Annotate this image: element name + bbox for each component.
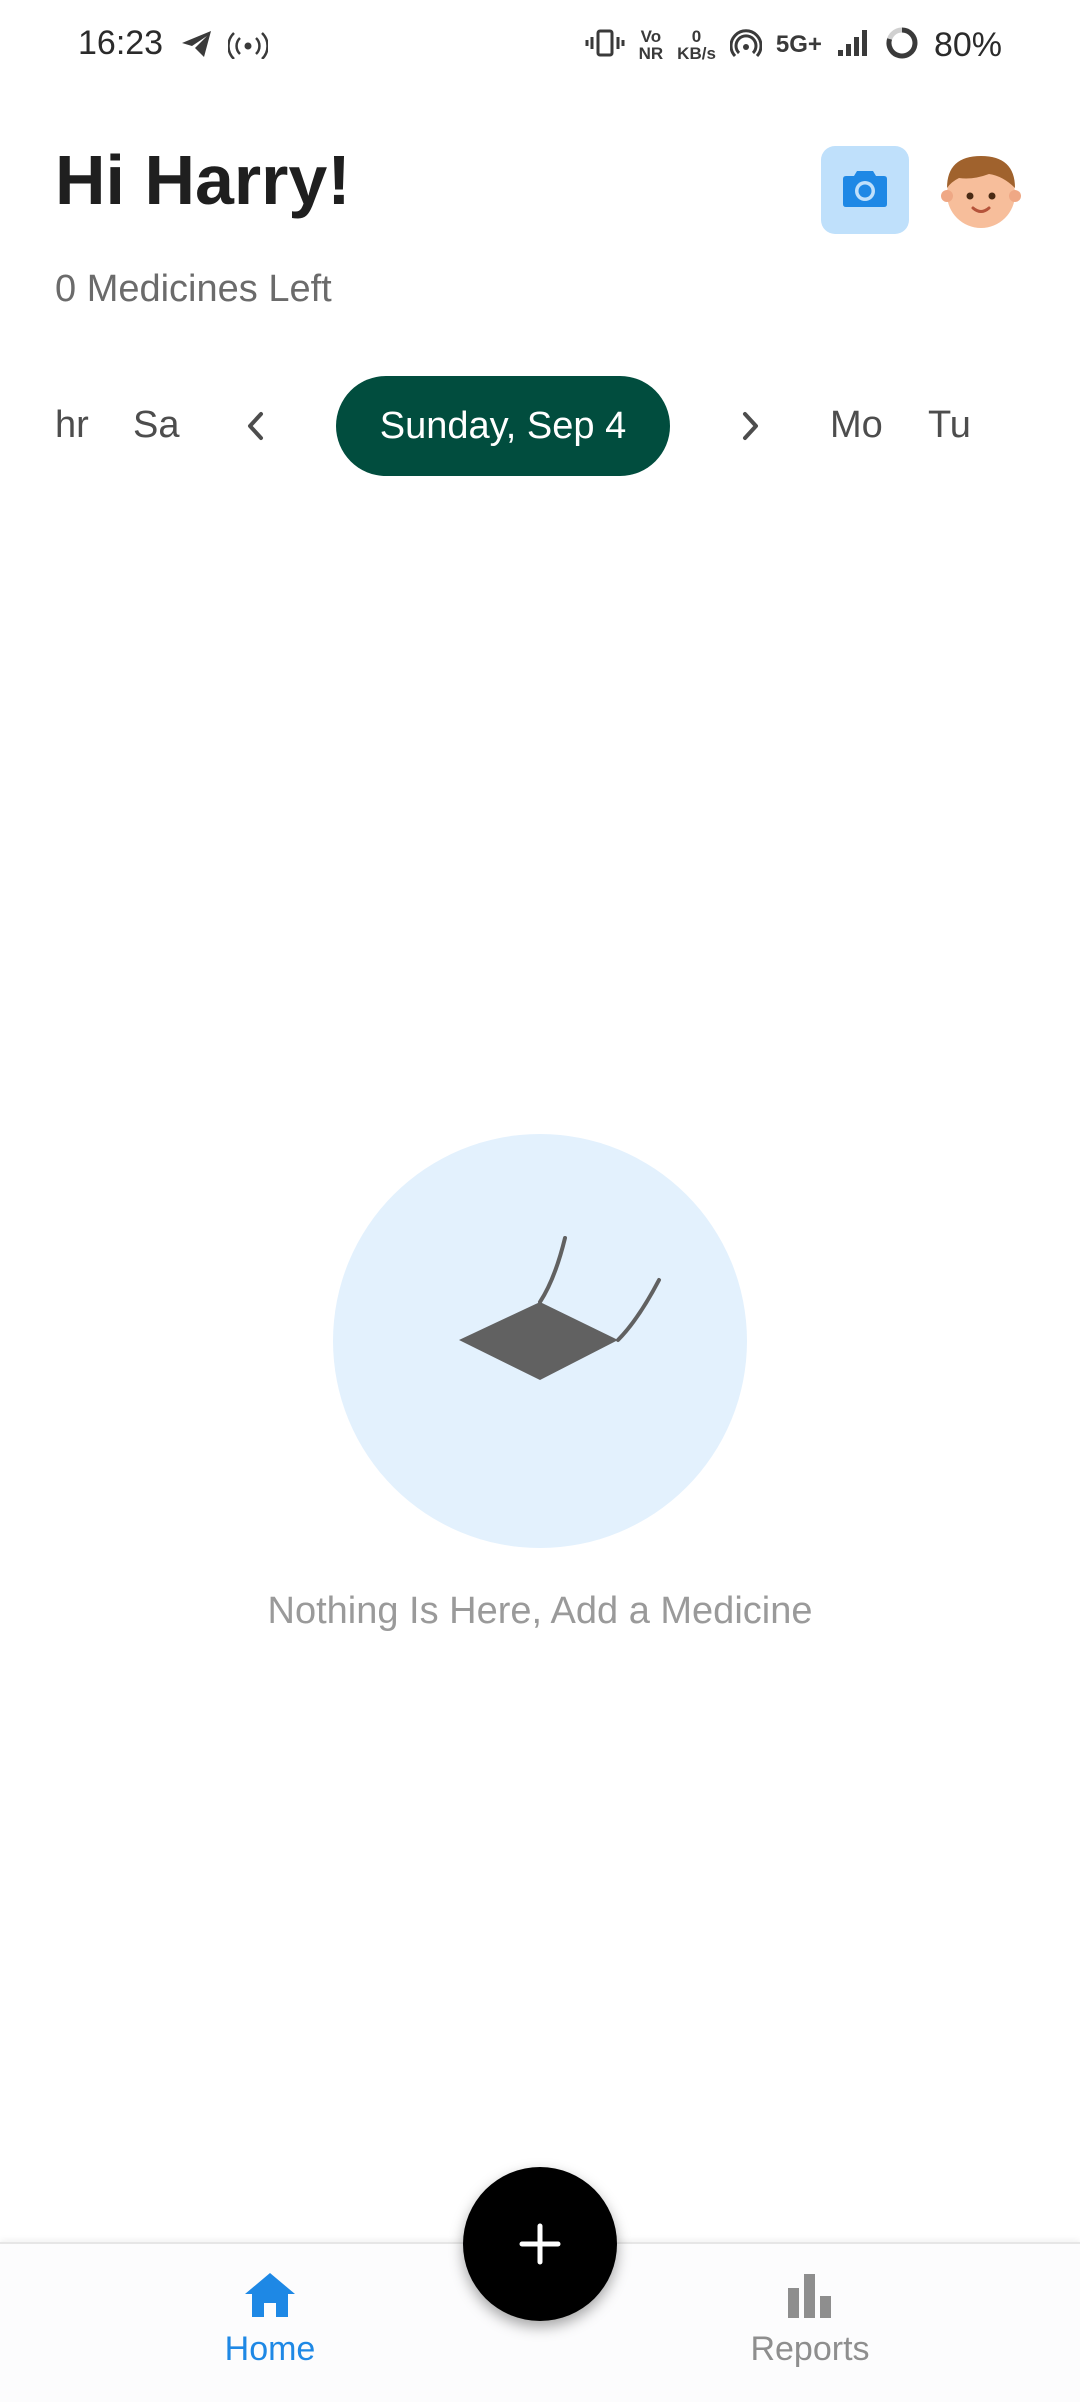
next-day-button[interactable]	[722, 398, 778, 454]
date-strip: hr Sa Sunday, Sep 4 Mo Tu	[0, 376, 1080, 476]
status-time: 16:23	[78, 24, 164, 62]
camera-icon	[841, 167, 889, 214]
chevron-left-icon	[248, 412, 263, 440]
empty-box-icon	[459, 1236, 661, 1380]
nav-label-home: Home	[224, 2330, 316, 2368]
home-icon	[245, 2273, 295, 2317]
telegram-icon	[180, 29, 214, 64]
day-thursday[interactable]: hr	[55, 404, 89, 447]
add-medicine-button[interactable]	[463, 2167, 617, 2321]
empty-state-message: Nothing Is Here, Add a Medicine	[267, 1590, 813, 1632]
net-speed-unit: KB/s	[677, 44, 716, 63]
hotspot-icon	[729, 27, 763, 64]
network-type: 5G+	[775, 31, 822, 58]
hotspot-broadcast-icon	[227, 29, 269, 64]
selected-date-pill[interactable]: Sunday, Sep 4	[336, 376, 670, 476]
battery-percent: 80%	[933, 25, 1002, 64]
medicines-left-text: 0 Medicines Left	[55, 268, 332, 310]
nav-label-reports: Reports	[750, 2330, 870, 2368]
status-right-icons: Vo NR 0 KB/s 5G+ 80%	[585, 22, 1002, 68]
battery-icon	[884, 25, 920, 66]
bar-chart-icon	[788, 2274, 831, 2318]
vibrate-icon	[585, 28, 625, 63]
camera-button[interactable]	[821, 146, 909, 234]
status-left-icons	[180, 28, 269, 64]
signal-icon	[836, 28, 870, 63]
day-monday[interactable]: Mo	[830, 404, 883, 447]
day-saturday[interactable]: Sa	[133, 404, 179, 447]
day-tuesday[interactable]: Tu	[928, 404, 971, 447]
status-bar: 16:23 Vo NR 0 KB/s 5G+ 80%	[0, 0, 1080, 92]
previous-day-button[interactable]	[228, 398, 284, 454]
avatar[interactable]	[937, 146, 1025, 234]
empty-state-illustration	[333, 1134, 747, 1548]
avatar-face-icon	[941, 156, 1021, 228]
nav-item-home[interactable]: Home	[160, 2270, 380, 2369]
net-speed: 0 KB/s	[677, 28, 716, 62]
net-speed-value: 0	[691, 27, 702, 46]
nav-item-reports[interactable]: Reports	[700, 2270, 920, 2369]
chevron-right-icon	[743, 412, 758, 440]
greeting-title: Hi Harry!	[55, 141, 351, 219]
volte-indicator: Vo NR	[638, 27, 664, 63]
plus-icon	[519, 2223, 561, 2265]
